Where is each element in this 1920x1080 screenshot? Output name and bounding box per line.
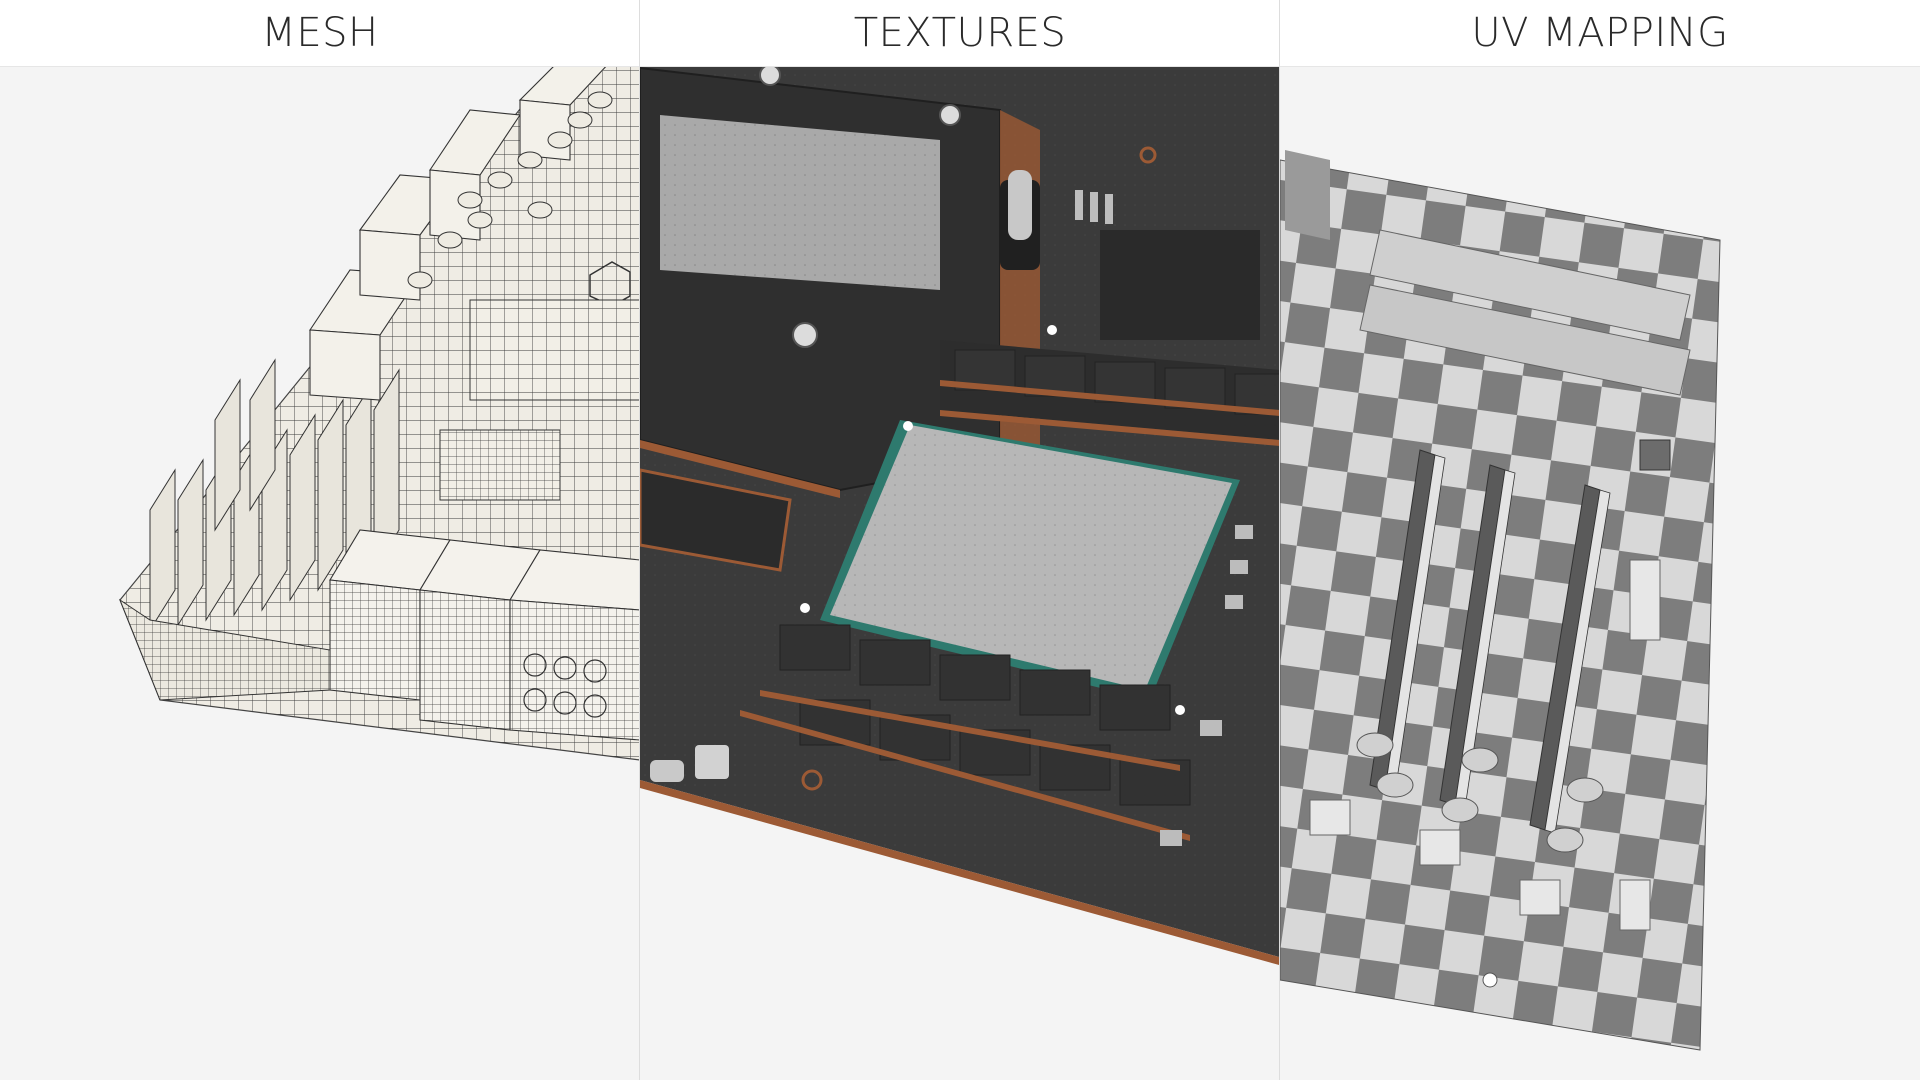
checker-uv-pattern bbox=[1280, 150, 1721, 1051]
comparison-stage: MESH TEXTURES UV MAPPING bbox=[0, 0, 1920, 1080]
panel-header-bar: MESH TEXTURES UV MAPPING bbox=[0, 0, 1920, 67]
panel-divider-right bbox=[1279, 0, 1280, 1080]
motherboard-render bbox=[118, 66, 1721, 1051]
panel-title-mesh: MESH bbox=[261, 10, 379, 56]
textured-board bbox=[640, 66, 1280, 966]
panel-title-textures: TEXTURES bbox=[853, 10, 1067, 56]
panel-title-uv-mapping: UV MAPPING bbox=[1471, 10, 1729, 56]
panel-divider-left bbox=[639, 0, 640, 1080]
wireframe-mesh bbox=[118, 66, 640, 761]
